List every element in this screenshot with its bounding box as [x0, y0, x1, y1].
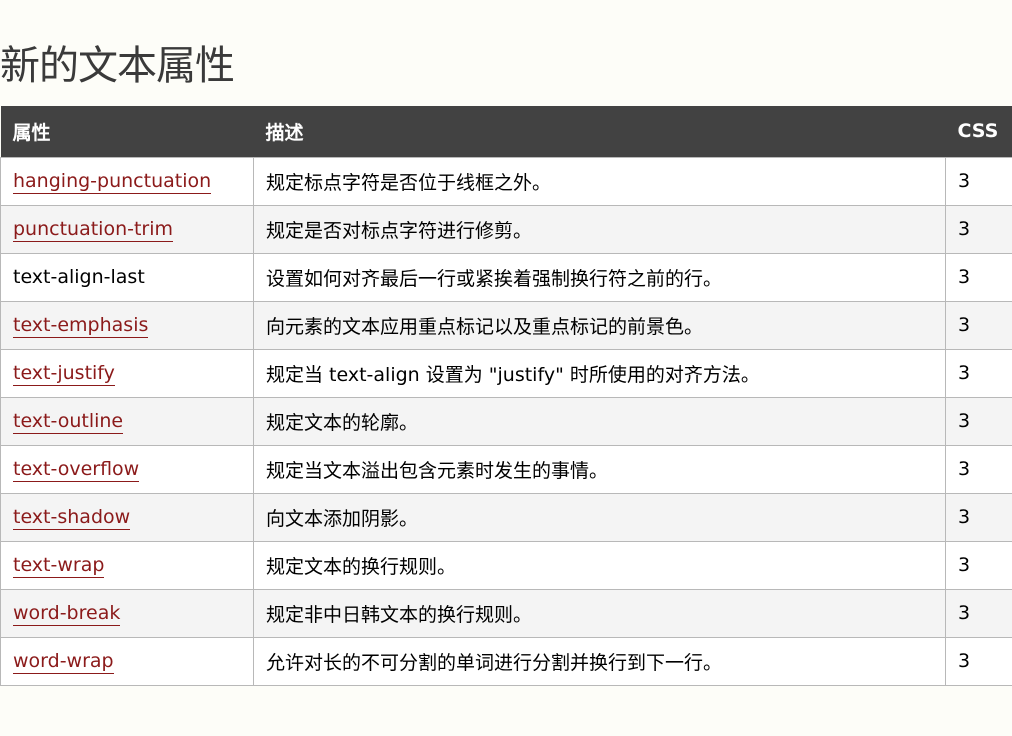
- property-link[interactable]: text-justify: [13, 362, 115, 386]
- description-cell: 向元素的文本应用重点标记以及重点标记的前景色。: [253, 300, 946, 350]
- property-link[interactable]: punctuation-trim: [13, 218, 174, 242]
- table-row: word-wrap 允许对长的不可分割的单词进行分割并换行到下一行。 3: [0, 636, 1012, 686]
- css-version-cell: 3: [945, 540, 1012, 590]
- property-cell: word-break: [0, 588, 254, 638]
- property-cell: word-wrap: [0, 636, 254, 686]
- css-version-cell: 3: [945, 588, 1012, 638]
- table-header: 属性 描述 CSS: [0, 106, 1012, 157]
- header-row: 属性 描述 CSS: [0, 106, 1012, 157]
- property-link[interactable]: text-shadow: [13, 506, 131, 530]
- table-row: text-overflow 规定当文本溢出包含元素时发生的事情。 3: [0, 444, 1012, 494]
- css-version-cell: 3: [945, 300, 1012, 350]
- css-version-cell: 3: [945, 396, 1012, 446]
- property-link[interactable]: text-emphasis: [13, 314, 149, 338]
- header-property: 属性: [12, 121, 51, 144]
- css-version-cell: 3: [945, 636, 1012, 686]
- page-title: 新的文本属性: [0, 43, 235, 89]
- description-cell: 规定文本的换行规则。: [253, 540, 946, 590]
- property-cell: text-justify: [0, 348, 254, 398]
- property-link[interactable]: text-overflow: [13, 458, 140, 482]
- description-cell: 规定当 text-align 设置为 "justify" 时所使用的对齐方法。: [253, 348, 946, 398]
- description-cell: 向文本添加阴影。: [253, 492, 946, 542]
- css-version-cell: 3: [945, 252, 1012, 302]
- table-row: text-align-last 设置如何对齐最后一行或紧挨着强制换行符之前的行。 3: [0, 252, 1012, 302]
- header-description: 描述: [265, 121, 304, 144]
- property-cell: hanging-punctuation: [0, 156, 254, 206]
- description-cell: 设置如何对齐最后一行或紧挨着强制换行符之前的行。: [253, 252, 946, 302]
- css-version-cell: 3: [945, 492, 1012, 542]
- property-cell: text-shadow: [0, 492, 254, 542]
- css-version-cell: 3: [945, 204, 1012, 254]
- table-row: text-emphasis 向元素的文本应用重点标记以及重点标记的前景色。 3: [0, 300, 1012, 350]
- property-link[interactable]: word-wrap: [13, 650, 114, 674]
- property-name: text-align-last: [13, 266, 145, 288]
- css-version-cell: 3: [945, 348, 1012, 398]
- property-cell: text-outline: [0, 396, 254, 446]
- table-row: text-wrap 规定文本的换行规则。 3: [0, 540, 1012, 590]
- table-row: hanging-punctuation 规定标点字符是否位于线框之外。 3: [0, 156, 1012, 206]
- property-cell: punctuation-trim: [0, 204, 254, 254]
- description-cell: 允许对长的不可分割的单词进行分割并换行到下一行。: [253, 636, 946, 686]
- description-cell: 规定当文本溢出包含元素时发生的事情。: [253, 444, 946, 494]
- description-cell: 规定是否对标点字符进行修剪。: [253, 204, 946, 254]
- property-cell: text-overflow: [0, 444, 254, 494]
- property-cell: text-align-last: [0, 252, 254, 302]
- property-cell: text-wrap: [0, 540, 254, 590]
- description-cell: 规定文本的轮廓。: [253, 396, 946, 446]
- property-link[interactable]: word-break: [13, 602, 121, 626]
- property-cell: text-emphasis: [0, 300, 254, 350]
- table-row: text-shadow 向文本添加阴影。 3: [0, 492, 1012, 542]
- table-row: text-justify 规定当 text-align 设置为 "justify"…: [0, 348, 1012, 398]
- table-row: text-outline 规定文本的轮廓。 3: [0, 396, 1012, 446]
- property-link[interactable]: hanging-punctuation: [13, 170, 212, 194]
- description-cell: 规定标点字符是否位于线框之外。: [253, 156, 946, 206]
- property-link[interactable]: text-wrap: [13, 554, 105, 578]
- css-version-cell: 3: [945, 156, 1012, 206]
- table-row: word-break 规定非中日韩文本的换行规则。 3: [0, 588, 1012, 638]
- property-link[interactable]: text-outline: [13, 410, 124, 434]
- header-css: CSS: [957, 120, 999, 143]
- table-row: punctuation-trim 规定是否对标点字符进行修剪。 3: [0, 204, 1012, 254]
- css-version-cell: 3: [945, 444, 1012, 494]
- table-body: hanging-punctuation 规定标点字符是否位于线框之外。 3 punct…: [0, 156, 1012, 686]
- description-cell: 规定非中日韩文本的换行规则。: [253, 588, 946, 638]
- properties-table: 属性 描述 CSS hanging-punctuation 规定标点字符是否位于线…: [0, 106, 1012, 686]
